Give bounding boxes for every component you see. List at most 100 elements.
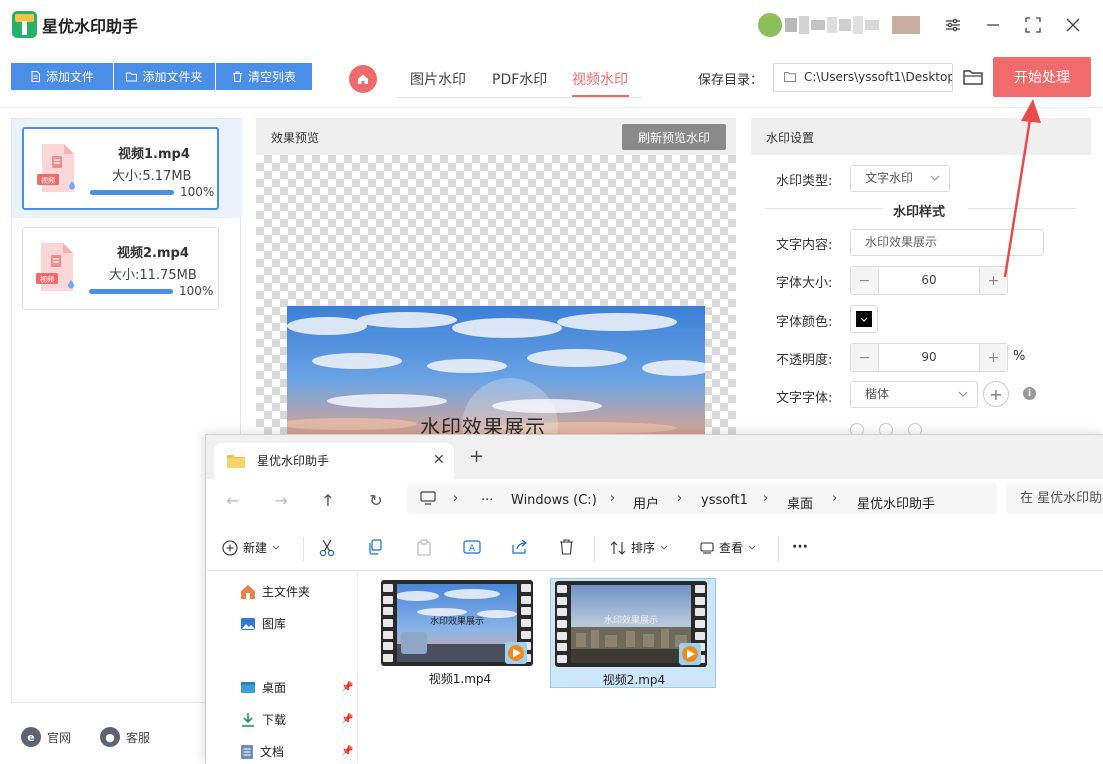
file-size: 大小:5.17MB [112,169,192,184]
sidebar-item-home[interactable]: 主文件夹 [240,583,310,600]
active-tab-indicator [572,95,629,97]
delete-icon[interactable] [559,539,574,555]
watermark-type-label: 水印类型: [776,174,833,189]
website-label: 官网 [47,730,72,745]
toolbar-separator [778,537,779,561]
sidebar-item-gallery[interactable]: 图库 [240,615,286,632]
file-name: 视频2.mp4 [117,246,189,261]
close-icon[interactable] [1059,12,1087,38]
rename-icon[interactable]: A [463,539,481,555]
file-card[interactable]: 视频 视频1.mp4 大小:5.17MB 100% [22,127,219,210]
opacity-unit: % [1013,349,1026,364]
folder-outline-icon [784,72,796,82]
explorer-tab[interactable]: 星优水印助手 ✕ [214,443,454,479]
computer-icon [420,491,436,505]
file-card[interactable]: 视频 视频2.mp4 大小:11.75MB 100% [22,227,219,310]
up-arrow-icon[interactable]: ↑ [319,491,337,510]
copy-icon[interactable] [367,539,383,555]
new-button[interactable]: 新建 [222,539,280,556]
opacity-stepper[interactable]: − 90 + [850,343,1008,372]
progress-text: 100% [179,284,214,298]
film-strip-holes [381,584,395,662]
home-icon [241,585,255,599]
font-size-value[interactable]: 60 [879,267,979,294]
text-content-label: 文字内容: [776,238,833,253]
website-link[interactable]: e 官网 [21,727,71,747]
share-icon[interactable] [511,539,528,555]
home-button[interactable] [349,65,377,93]
refresh-preview-button[interactable]: 刷新预览水印 [622,124,726,150]
add-font-button[interactable]: + [983,381,1009,407]
decrement-button[interactable]: − [851,267,879,294]
add-file-button[interactable]: 添加文件 [11,63,113,90]
chevron-down-icon [660,545,668,550]
video-frame-sky: 水印效果展示 [397,584,517,662]
close-tab-icon[interactable]: ✕ [433,452,445,468]
sidebar-item-label: 主文件夹 [262,585,311,599]
sidebar-item-desktop[interactable]: 桌面 [240,679,286,696]
maximize-icon[interactable] [1019,12,1047,38]
breadcrumb-chevron-icon: › [677,491,683,506]
pin-icon[interactable]: 📌 [341,682,353,693]
minimize-icon[interactable] [979,12,1007,38]
breadcrumb-item[interactable]: yssoft1 [701,493,748,508]
add-folder-button[interactable]: 添加文件夹 [114,63,215,90]
sidebar-item-label: 下载 [262,713,287,727]
pin-icon[interactable]: 📌 [341,746,353,757]
refresh-icon[interactable]: ↻ [367,491,385,510]
sort-button[interactable]: 排序 [610,539,668,556]
tab-video-watermark[interactable]: 视频水印 [572,69,628,89]
breadcrumb-ellipsis[interactable]: ··· [481,493,493,508]
new-tab-icon[interactable]: + [469,448,484,466]
pin-icon[interactable]: 📌 [341,714,353,725]
decrement-button[interactable]: − [851,344,879,371]
opacity-value[interactable]: 90 [879,344,979,371]
tab-image-watermark[interactable]: 图片水印 [410,69,466,89]
open-folder-icon[interactable] [962,66,984,88]
toolbar-divider [0,107,1103,108]
font-color-picker[interactable] [850,305,878,333]
watermark-type-select[interactable]: 文字水印 [850,165,950,192]
sidebar-item-label: 文档 [260,745,285,759]
breadcrumb-item[interactable]: 桌面 [787,493,813,512]
info-icon[interactable]: i [1023,387,1036,400]
font-family-label: 文字字体: [776,391,833,406]
file-size: 大小:11.75MB [109,268,197,283]
cut-icon[interactable] [319,539,335,557]
file-item-video2[interactable]: 水印效果展示 视频2.mp4 [550,578,716,688]
forward-arrow-icon[interactable]: → [272,491,290,510]
progress-text: 100% [180,185,215,199]
tab-pdf-watermark[interactable]: PDF水印 [492,69,547,89]
file-item-video1[interactable]: 水印效果展示 视频1.mp4 [377,578,543,688]
more-options-button[interactable]: ··· [792,539,808,555]
sort-icon [610,540,626,555]
explorer-search-input[interactable]: 在 星优水印助手 [1006,483,1103,514]
font-family-select[interactable]: 楷体 [850,381,978,408]
support-label: 客服 [126,730,151,745]
breadcrumb-item[interactable]: 用户 [633,493,659,512]
clear-list-button[interactable]: 清空列表 [216,63,312,90]
increment-button[interactable]: + [979,344,1007,371]
sidebar-item-downloads[interactable]: 下载 [240,711,286,728]
view-button[interactable]: 查看 [700,539,756,556]
start-process-button[interactable]: 开始处理 [993,57,1091,97]
save-dir-input[interactable]: C:\Users\yssoft1\Desktop [773,63,953,92]
paste-icon[interactable] [416,539,432,556]
watermark-type-tabs: 图片水印 PDF水印 视频水印 [397,60,642,98]
home-icon [358,74,368,84]
font-size-stepper[interactable]: − 60 + [850,266,1008,295]
breadcrumb-item[interactable]: 星优水印助手 [857,493,935,512]
back-arrow-icon[interactable]: ← [224,491,242,510]
sidebar-item-documents[interactable]: 文档 [240,743,284,760]
support-link[interactable]: ● 客服 [100,727,150,747]
user-avatar[interactable] [757,12,922,38]
address-bar[interactable]: › ··· Windows (C:) › 用户 › yssoft1 › 桌面 ›… [407,483,997,514]
progress-bar [89,289,173,294]
website-e-icon: e [21,727,41,747]
document-icon [241,744,253,759]
app-logo-icon [12,11,37,38]
view-icon [700,541,714,554]
breadcrumb-item[interactable]: Windows (C:) [511,493,597,508]
preview-title: 效果预览 [271,131,320,145]
settings-sliders-icon[interactable] [939,12,967,38]
